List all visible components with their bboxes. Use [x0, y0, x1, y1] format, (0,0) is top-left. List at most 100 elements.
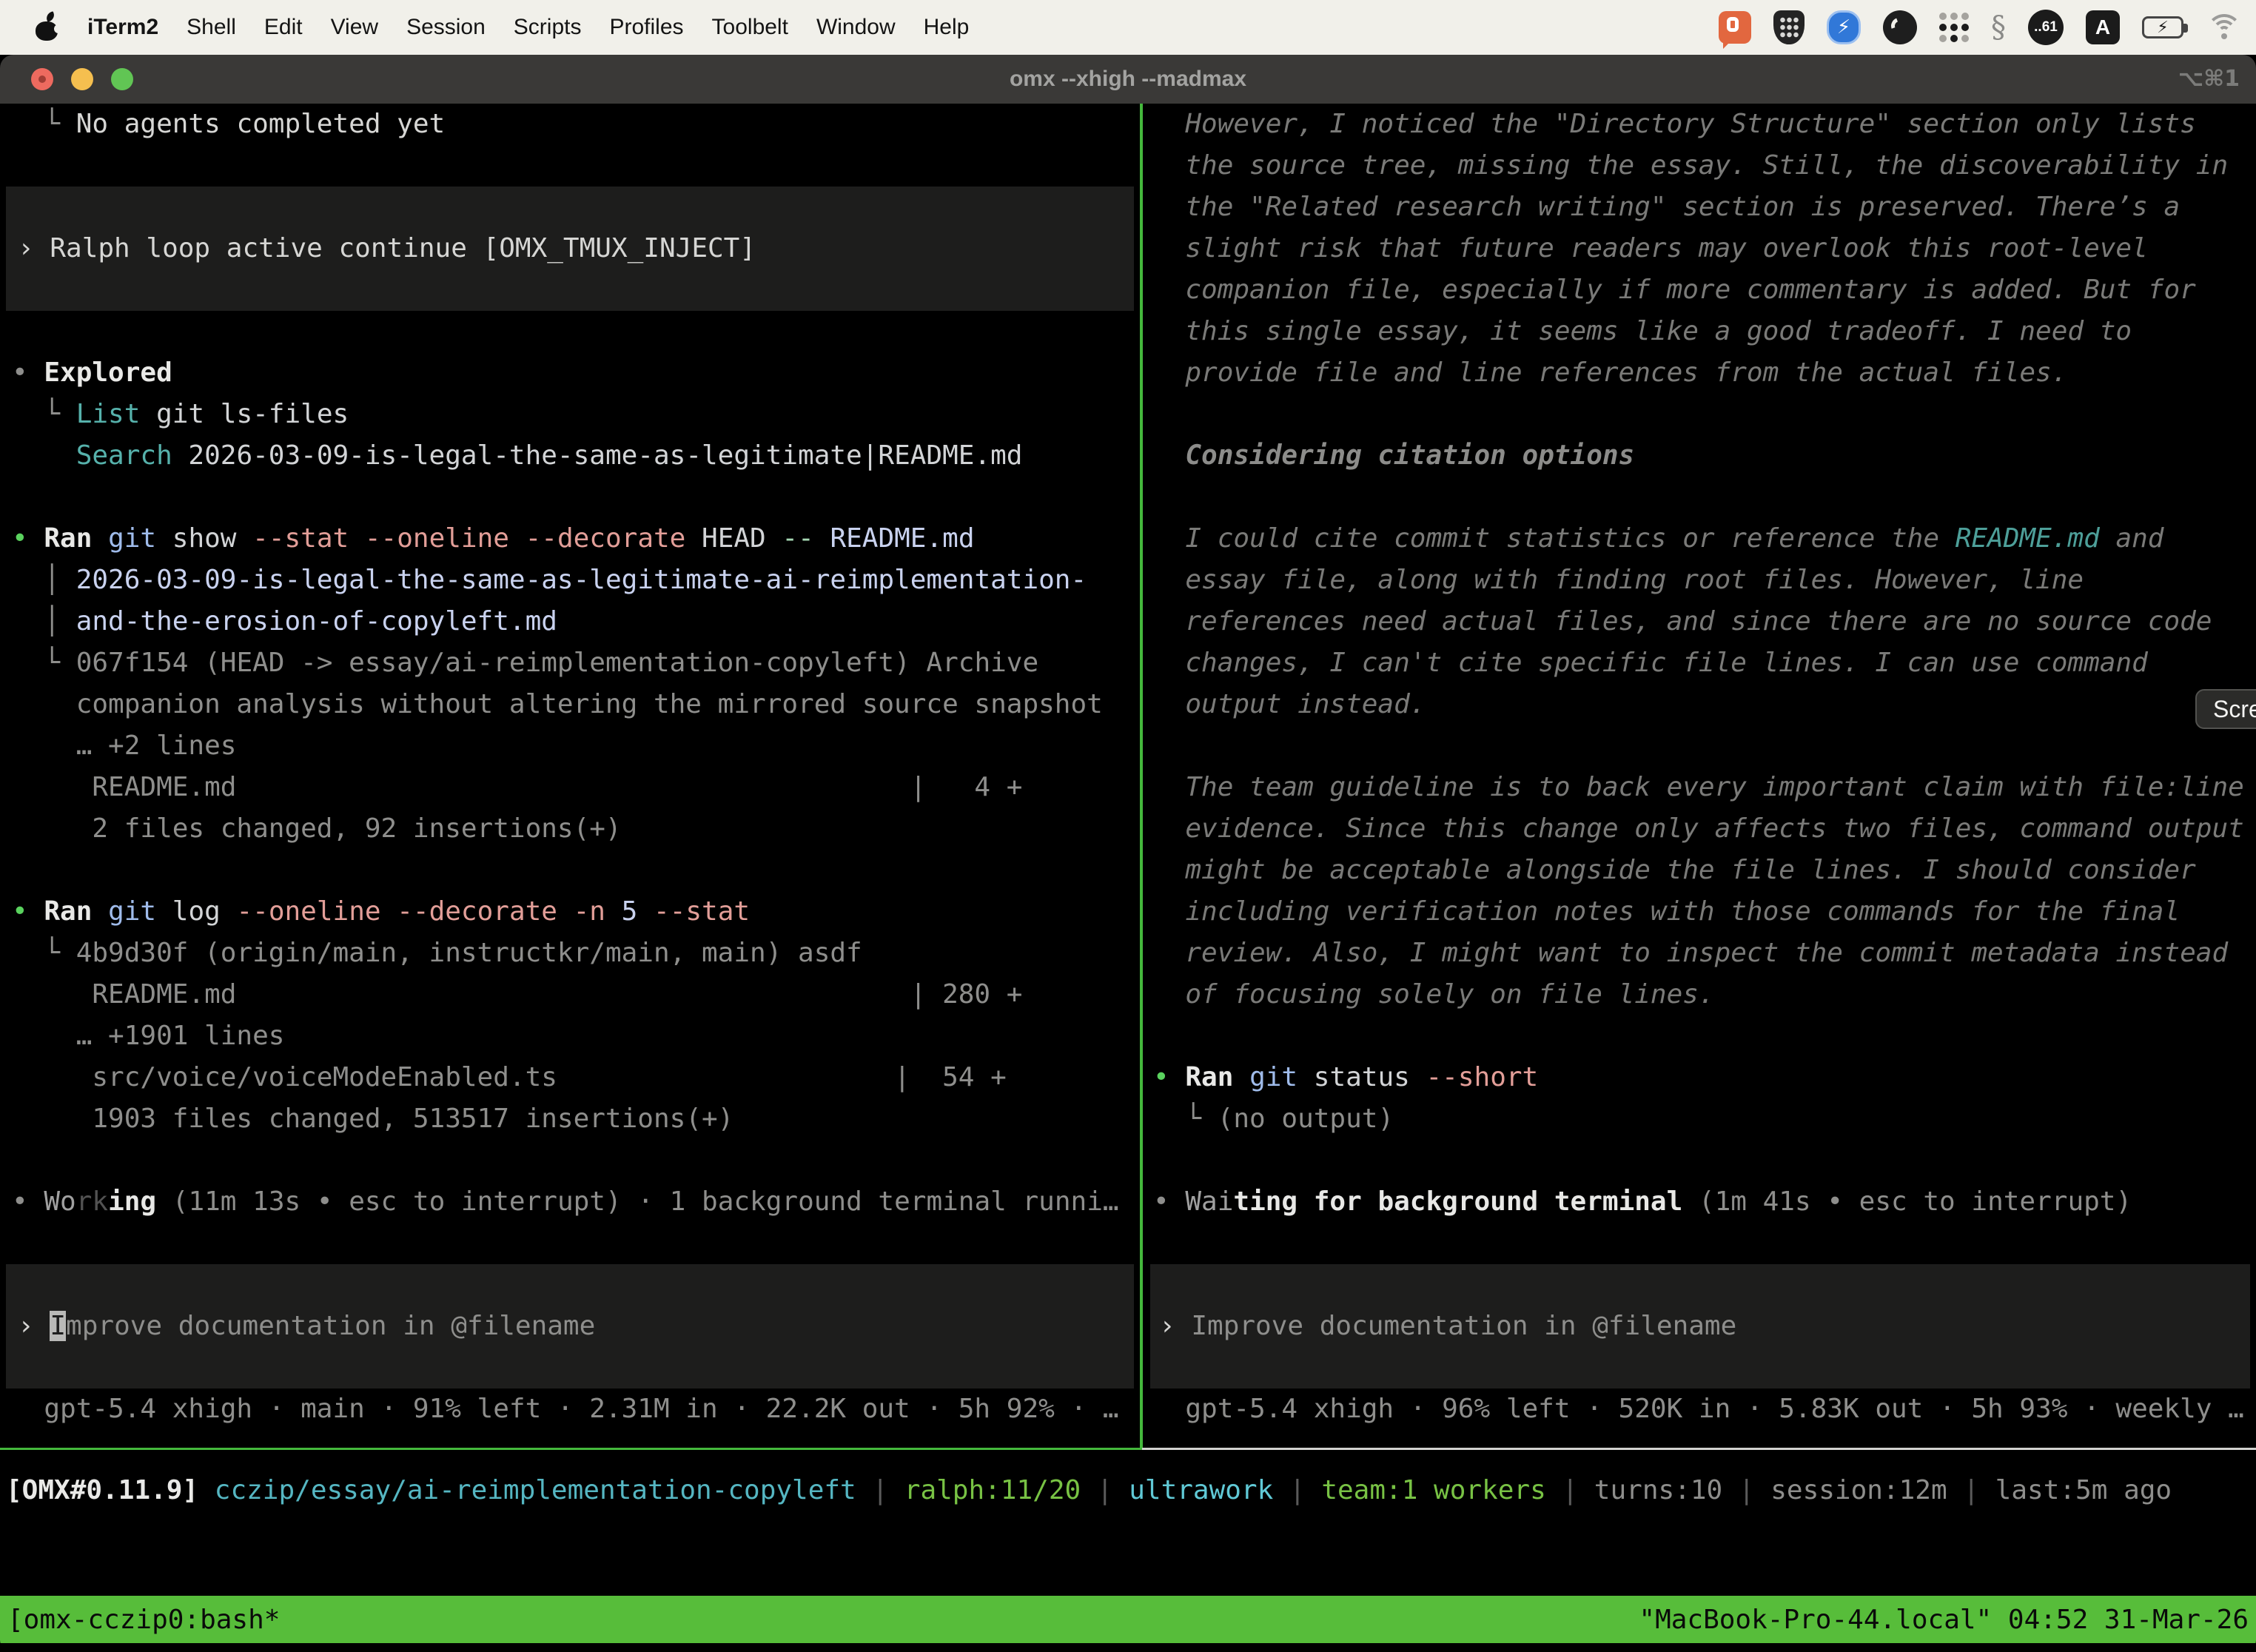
terminal-line	[1150, 1264, 2250, 1306]
terminal-line: • Ran git show --stat --oneline --decora…	[0, 518, 1140, 560]
tmux-pane-right[interactable]: However, I noticed the "Directory Struct…	[1144, 104, 2256, 1436]
squiggle-icon[interactable]: §	[1991, 11, 2006, 44]
terminal-line: review. Also, I might want to inspect th…	[1144, 933, 2256, 974]
terminal-line: README.md | 4 +	[0, 767, 1140, 808]
percent-badge-icon[interactable]: ..61	[2028, 10, 2064, 45]
prompt-input[interactable]: › Improve documentation in @filename	[6, 1264, 1134, 1389]
terminal-line: │ and-the-erosion-of-copyleft.md	[0, 601, 1140, 642]
inactive-pane-border	[1142, 1448, 2256, 1450]
menu-item-shell[interactable]: Shell	[187, 15, 236, 40]
omx-status-bar: [OMX#0.11.9] cczip/essay/ai-reimplementa…	[6, 1470, 2256, 1511]
terminal-line: 1903 files changed, 513517 insertions(+)	[0, 1098, 1140, 1140]
terminal-line: of focusing solely on file lines.	[1144, 974, 2256, 1015]
terminal-line: src/voice/voiceModeEnabled.ts | 54 +	[0, 1057, 1140, 1098]
terminal-line: gpt-5.4 xhigh · main · 91% left · 2.31M …	[0, 1389, 1140, 1430]
menu-items: iTerm2 Shell Edit View Session Scripts Profile…	[87, 15, 969, 40]
terminal-line	[1144, 477, 2256, 518]
terminal-line: slight risk that future readers may over…	[1144, 228, 2256, 269]
terminal-line	[0, 145, 1140, 187]
bolt-badge-icon[interactable]: ⚡	[1827, 10, 1861, 44]
terminal-line: 2 files changed, 92 insertions(+)	[0, 808, 1140, 850]
omx-status-line: [OMX#0.11.9] cczip/essay/ai-reimplementa…	[6, 1470, 2256, 1511]
dark-crescent-icon[interactable]	[1883, 10, 1917, 44]
terminal-line	[0, 311, 1140, 352]
inject-banner: › Ralph loop active continue [OMX_TMUX_I…	[6, 187, 1134, 311]
terminal-line: However, I noticed the "Directory Struct…	[1144, 104, 2256, 145]
screen-record-icon[interactable]	[1719, 11, 1751, 44]
terminal-line: the "Related research writing" section i…	[1144, 187, 2256, 228]
active-pane-border	[0, 1448, 1142, 1450]
terminal-line	[0, 1140, 1140, 1181]
screen-share-chip[interactable]: Scre	[2195, 689, 2256, 729]
terminal-line: this single essay, it seems like a good …	[1144, 311, 2256, 352]
percent-badge-label: ..61	[2034, 19, 2058, 36]
menu-item-view[interactable]: View	[331, 15, 378, 40]
terminal-line: evidence. Since this change only affects…	[1144, 808, 2256, 850]
screen-share-chip-label: Scre	[2213, 696, 2256, 722]
tmux-host-clock: "MacBook-Pro-44.local" 04:52 31-Mar-26	[1639, 1605, 2249, 1635]
dots-grid-icon[interactable]	[1939, 13, 1969, 42]
terminal-line: references need actual files, and since …	[1144, 601, 2256, 642]
terminal-line: The team guideline is to back every impo…	[1144, 767, 2256, 808]
terminal-line: Considering citation options	[1144, 435, 2256, 477]
menu-item-window[interactable]: Window	[816, 15, 896, 40]
pane-divider[interactable]	[1140, 104, 1143, 1450]
window-title-bar[interactable]: omx --xhigh --madmax ⌥⌘1	[0, 55, 2256, 104]
menu-item-edit[interactable]: Edit	[264, 15, 303, 40]
terminal-line	[0, 1223, 1140, 1264]
battery-icon[interactable]: ⚡	[2142, 16, 2183, 38]
terminal-line	[1144, 1015, 2256, 1057]
window-title: omx --xhigh --madmax	[0, 55, 2256, 104]
tmux-session-label: [omx-cczip0:bash*	[7, 1605, 280, 1635]
terminal-line: • Working (11m 13s • esc to interrupt) ·…	[0, 1181, 1140, 1223]
terminal-line: … +1901 lines	[0, 1015, 1140, 1057]
menu-item-scripts[interactable]: Scripts	[514, 15, 582, 40]
terminal-line: • Explored	[0, 352, 1140, 394]
terminal-line	[0, 850, 1140, 891]
menu-status-icons: ⚡ § ..61 A ⚡	[1719, 0, 2243, 55]
terminal-line	[6, 187, 1134, 228]
shield-grid-icon[interactable]	[1773, 10, 1805, 44]
terminal-line: › Improve documentation in @filename	[1150, 1306, 2250, 1347]
terminal-line: gpt-5.4 xhigh · 96% left · 520K in · 5.8…	[1144, 1389, 2256, 1430]
terminal-line	[1144, 394, 2256, 435]
bolt-glyph: ⚡	[1837, 16, 1850, 38]
terminal-line: might be acceptable alongside the file l…	[1144, 850, 2256, 891]
terminal-line: I could cite commit statistics or refere…	[1144, 518, 2256, 560]
terminal-line	[0, 477, 1140, 518]
terminal-line	[6, 1347, 1134, 1389]
tmux-status-bar: [omx-cczip0:bash* "MacBook-Pro-44.local"…	[0, 1596, 2256, 1643]
apple-icon[interactable]	[34, 13, 59, 42]
wifi-icon[interactable]	[2206, 13, 2243, 42]
terminal-line: └ (no output)	[1144, 1098, 2256, 1140]
terminal-line: › Improve documentation in @filename	[6, 1306, 1134, 1347]
menu-item-help[interactable]: Help	[924, 15, 970, 40]
menu-item-profiles[interactable]: Profiles	[609, 15, 683, 40]
terminal-line	[1144, 725, 2256, 767]
tmux-pane-left[interactable]: └ No agents completed yet › Ralph loop ac…	[0, 104, 1140, 1436]
terminal-line: including verification notes with those …	[1144, 891, 2256, 933]
terminal-line: └ 067f154 (HEAD -> essay/ai-reimplementa…	[0, 642, 1140, 684]
terminal-line: │ 2026-03-09-is-legal-the-same-as-legiti…	[0, 560, 1140, 601]
terminal-line: … +2 lines	[0, 725, 1140, 767]
terminal-line: └ No agents completed yet	[0, 104, 1140, 145]
menu-item-session[interactable]: Session	[406, 15, 486, 40]
terminal-line: changes, I can't cite specific file line…	[1144, 642, 2256, 684]
terminal-line: › Ralph loop active continue [OMX_TMUX_I…	[6, 228, 1134, 269]
screen: iTerm2 Shell Edit View Session Scripts Profile…	[0, 0, 2256, 1652]
terminal-window: omx --xhigh --madmax ⌥⌘1 └ No agents com…	[0, 55, 2256, 1652]
terminal-line: • Waiting for background terminal (1m 41…	[1144, 1181, 2256, 1223]
terminal-line	[1144, 1223, 2256, 1264]
window-shortcut-badge: ⌥⌘1	[2178, 55, 2240, 104]
input-source-icon[interactable]: A	[2086, 10, 2120, 44]
terminal-line	[6, 1264, 1134, 1306]
terminal-line: provide file and line references from th…	[1144, 352, 2256, 394]
terminal-line: └ 4b9d30f (origin/main, instructkr/main,…	[0, 933, 1140, 974]
terminal-line: the source tree, missing the essay. Stil…	[1144, 145, 2256, 187]
terminal-line: Search 2026-03-09-is-legal-the-same-as-l…	[0, 435, 1140, 477]
terminal-line: essay file, along with finding root file…	[1144, 560, 2256, 601]
menu-item-iterm2[interactable]: iTerm2	[87, 15, 158, 40]
menu-item-toolbelt[interactable]: Toolbelt	[712, 15, 788, 40]
terminal-line	[1144, 1140, 2256, 1181]
prompt-input[interactable]: › Improve documentation in @filename	[1150, 1264, 2250, 1389]
